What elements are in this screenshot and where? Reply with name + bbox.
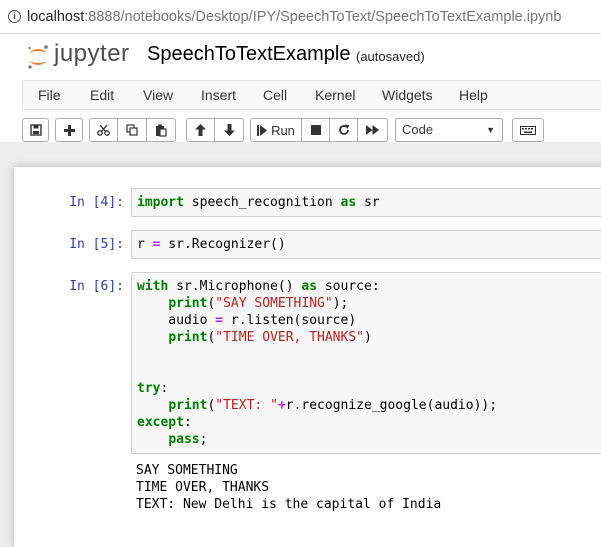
autosave-status: (autosaved) xyxy=(356,49,425,64)
code-cell-input[interactable]: r = sr.Recognizer() xyxy=(131,230,601,259)
code-cell-input[interactable]: with sr.Microphone() as source: print("S… xyxy=(131,272,601,454)
cell-output: SAY SOMETHING TIME OVER, THANKS TEXT: Ne… xyxy=(136,463,442,512)
run-button[interactable]: Run xyxy=(250,118,302,142)
move-down-button[interactable] xyxy=(215,118,244,142)
code-cell-input[interactable]: import speech_recognition as sr xyxy=(131,188,601,217)
cell-prompt: In [5]: xyxy=(69,237,124,252)
move-up-button[interactable] xyxy=(186,118,215,142)
dropdown-caret-icon: ▼ xyxy=(486,125,495,135)
copy-button[interactable] xyxy=(118,118,147,142)
url-path: :8888/notebooks/Desktop/IPY/SpeechToText… xyxy=(84,8,562,25)
url-host: localhost xyxy=(27,8,85,25)
run-icon xyxy=(257,124,268,136)
notebook-title[interactable]: SpeechToTextExample xyxy=(147,43,350,66)
menu-file[interactable]: File xyxy=(38,87,61,103)
menu-help[interactable]: Help xyxy=(459,87,488,103)
cut-button[interactable] xyxy=(89,118,118,142)
cell-prompt: In [4]: xyxy=(69,195,124,210)
interrupt-button[interactable] xyxy=(302,118,330,142)
fast-forward-icon xyxy=(366,125,379,135)
cell-type-select[interactable]: Code ▼ xyxy=(395,118,503,142)
paste-icon xyxy=(156,124,167,137)
restart-kernel-button[interactable] xyxy=(330,118,358,142)
cell-type-value: Code xyxy=(402,122,434,137)
arrow-down-icon xyxy=(223,124,235,136)
menu-kernel[interactable]: Kernel xyxy=(315,87,355,103)
menu-cell[interactable]: Cell xyxy=(263,87,287,103)
cut-icon xyxy=(97,124,110,136)
jupyter-header: jupyter SpeechToTextExample (autosaved) … xyxy=(0,34,601,142)
menu-edit[interactable]: Edit xyxy=(90,87,114,103)
jupyter-logo-icon[interactable] xyxy=(26,44,50,70)
run-label: Run xyxy=(271,122,295,138)
info-icon[interactable]: i xyxy=(8,10,21,23)
menu-view[interactable]: View xyxy=(143,87,173,103)
menu-bar: File Edit View Insert Cell Kernel Widget… xyxy=(22,80,601,110)
jupyter-logo-text[interactable]: jupyter xyxy=(54,40,130,68)
save-icon xyxy=(29,124,42,136)
cell-prompt: In [6]: xyxy=(69,279,124,294)
url-text[interactable]: localhost:8888/notebooks/Desktop/IPY/Spe… xyxy=(27,9,561,25)
menu-insert[interactable]: Insert xyxy=(201,87,236,103)
stop-icon xyxy=(310,125,321,135)
save-button[interactable] xyxy=(22,118,49,142)
restart-icon xyxy=(338,124,349,135)
code-text: r = sr.Recognizer() xyxy=(137,237,286,252)
insert-cell-button[interactable] xyxy=(55,118,83,142)
copy-icon xyxy=(126,124,138,136)
menu-widgets[interactable]: Widgets xyxy=(382,87,433,103)
code-text: with sr.Microphone() as source: print("S… xyxy=(137,279,498,447)
notebook-container: In [4]: import speech_recognition as sr … xyxy=(14,167,601,547)
keyboard-icon xyxy=(520,125,536,135)
browser-address-bar[interactable]: i localhost:8888/notebooks/Desktop/IPY/S… xyxy=(0,0,601,34)
restart-run-all-button[interactable] xyxy=(358,118,388,142)
paste-button[interactable] xyxy=(147,118,176,142)
plus-icon xyxy=(63,124,75,136)
command-palette-button[interactable] xyxy=(512,118,544,142)
code-text: import speech_recognition as sr xyxy=(137,195,380,210)
arrow-up-icon xyxy=(195,124,206,136)
